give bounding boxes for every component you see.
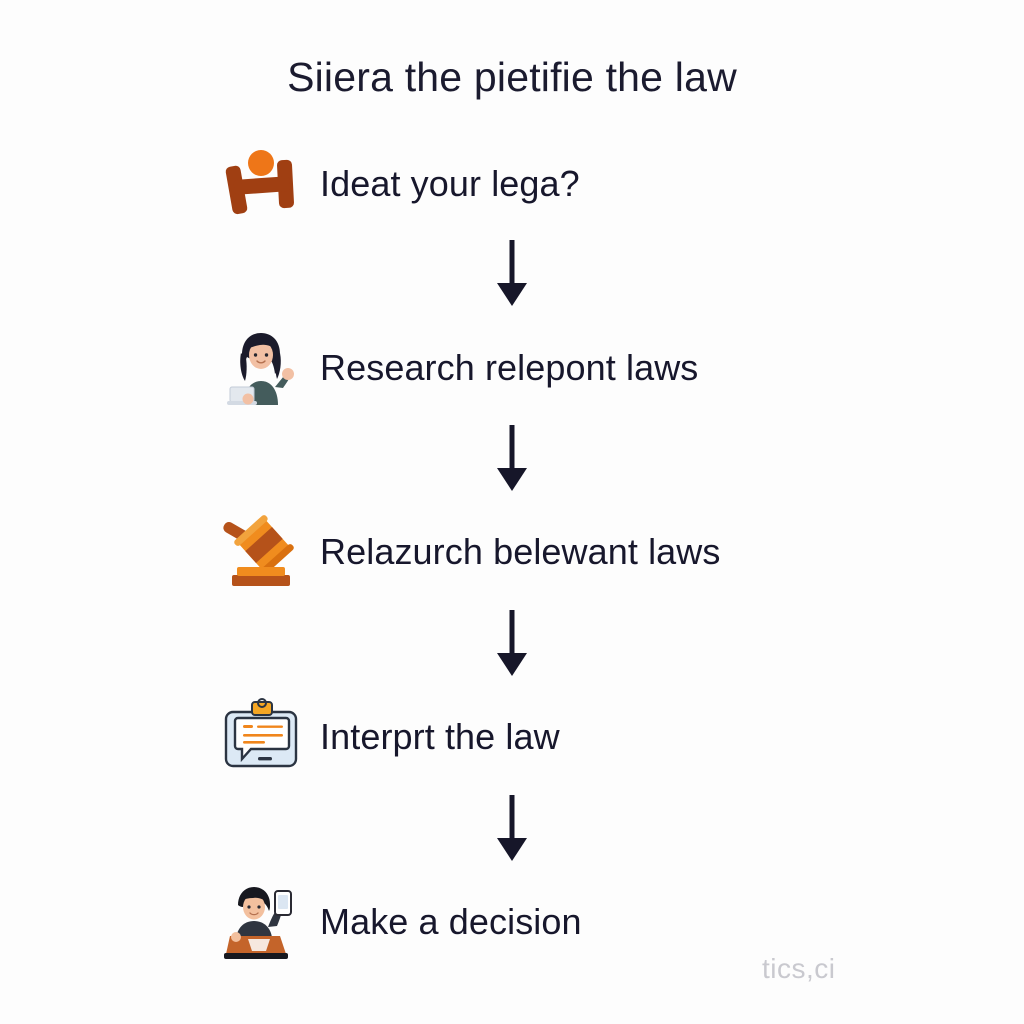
flow-step-3-label: Relazurch belewant laws <box>320 531 721 572</box>
flow-step-1[interactable]: Ideat your lega? <box>218 138 918 230</box>
flow-step-4[interactable]: Interprt the law <box>218 691 918 783</box>
flowchart: Ideat your lega? Research relepont laws … <box>0 0 1024 1024</box>
person-with-phone-laptop-icon <box>218 879 304 965</box>
watermark: tics,ci <box>762 953 836 984</box>
flow-step-2[interactable]: Research relepont laws <box>218 322 918 414</box>
flow-arrow-2 <box>492 425 532 491</box>
flow-step-1-label: Ideat your lega? <box>320 163 580 204</box>
woman-with-laptop-icon <box>218 325 304 411</box>
flow-step-5-label: Make a decision <box>320 901 582 942</box>
diagram-canvas: Siiera the pietifie the law Ideat your l… <box>0 0 1024 1024</box>
flow-step-2-label: Research relepont laws <box>320 347 699 388</box>
clipboard-speech-icon <box>218 694 304 780</box>
flow-arrow-4 <box>492 795 532 861</box>
flow-step-3[interactable]: Relazurch belewant laws <box>218 506 918 598</box>
gavel-icon <box>218 509 304 595</box>
flow-arrow-3 <box>492 610 532 676</box>
flow-arrow-1 <box>492 240 532 306</box>
abstract-h-shape-icon <box>218 141 304 227</box>
flow-step-4-label: Interprt the law <box>320 716 560 757</box>
